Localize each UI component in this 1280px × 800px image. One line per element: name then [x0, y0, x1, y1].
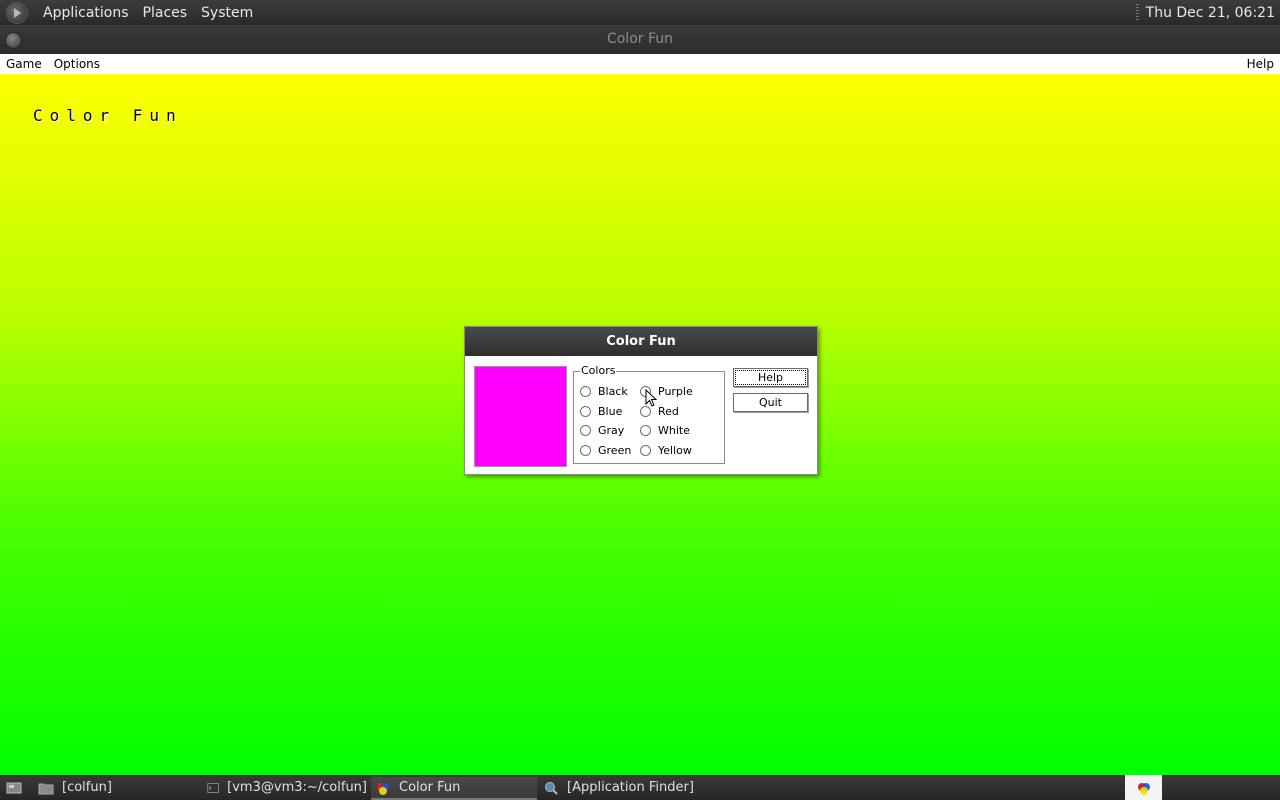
canvas-title: Color Fun	[33, 106, 183, 125]
radio-label: Green	[598, 444, 632, 457]
terminal-icon	[207, 782, 219, 793]
magnifier-icon	[545, 781, 558, 795]
top-panel: Applications Places System Thu Dec 21, 0…	[0, 0, 1280, 25]
radio-circle-icon	[640, 425, 651, 436]
window-title: Color Fun	[606, 31, 674, 47]
window-titlebar[interactable]: Color Fun	[0, 25, 1280, 54]
color-fun-app-icon	[377, 782, 389, 795]
radio-label: Black	[598, 385, 628, 398]
color-dialog: Color Fun Colors Black Blue Gray Green P…	[464, 326, 818, 475]
task-colfun-folder[interactable]: [colfun]	[34, 777, 198, 798]
panel-grip-icon	[1135, 3, 1139, 22]
folder-icon	[38, 783, 54, 794]
help-button[interactable]: Help	[733, 368, 808, 387]
system-menu[interactable]: System	[194, 5, 260, 21]
show-desktop-icon	[6, 782, 22, 793]
dialog-title[interactable]: Color Fun	[465, 327, 817, 356]
task-label: [vm3@vm3:~/colfun]	[227, 780, 367, 795]
task-label: [colfun]	[62, 780, 112, 795]
task-color-fun[interactable]: Color Fun	[371, 777, 537, 800]
mouse-cursor-icon	[645, 389, 657, 407]
radio-circle-icon	[580, 445, 591, 456]
task-application-finder[interactable]: [Application Finder]	[539, 777, 719, 798]
task-label: [Application Finder]	[567, 780, 694, 795]
radio-black[interactable]: Black	[580, 385, 628, 398]
radio-circle-icon	[580, 386, 591, 397]
color-fun-tray-icon[interactable]	[1136, 781, 1152, 795]
color-swatch	[474, 366, 567, 467]
radio-green[interactable]: Green	[580, 444, 631, 457]
taskbar: [colfun] [vm3@vm3:~/colfun] Color Fun [A…	[0, 775, 1280, 800]
radio-white[interactable]: White	[640, 424, 690, 437]
quit-button[interactable]: Quit	[733, 393, 808, 412]
menu-options[interactable]: Options	[48, 57, 106, 71]
radio-circle-icon	[580, 425, 591, 436]
radio-circle-icon	[640, 445, 651, 456]
radio-circle-icon	[580, 406, 591, 417]
radio-label: Yellow	[658, 444, 692, 457]
colors-groupbox: Colors Black Blue Gray Green Purple Red …	[573, 364, 725, 464]
radio-label: Gray	[598, 424, 625, 437]
system-tray[interactable]	[1125, 775, 1162, 800]
radio-label: White	[658, 424, 690, 437]
radio-blue[interactable]: Blue	[580, 405, 622, 418]
applications-logo-icon[interactable]	[6, 1, 28, 24]
clock[interactable]: Thu Dec 21, 06:21	[1146, 5, 1275, 21]
menu-help[interactable]: Help	[1241, 57, 1280, 71]
task-label: Color Fun	[399, 780, 461, 795]
radio-yellow[interactable]: Yellow	[640, 444, 692, 457]
radio-gray[interactable]: Gray	[580, 424, 624, 437]
show-desktop-button[interactable]	[2, 777, 32, 798]
app-menubar: Game Options Help	[0, 54, 1280, 74]
places-menu[interactable]: Places	[136, 5, 195, 21]
applications-menu[interactable]: Applications	[36, 5, 136, 21]
radio-label: Red	[658, 405, 679, 418]
radio-label: Purple	[658, 385, 693, 398]
task-terminal[interactable]: [vm3@vm3:~/colfun]	[203, 777, 367, 798]
window-menu-icon[interactable]	[5, 32, 22, 49]
menu-game[interactable]: Game	[0, 57, 48, 71]
radio-label: Blue	[598, 405, 623, 418]
colors-group-label: Colors	[580, 364, 617, 377]
